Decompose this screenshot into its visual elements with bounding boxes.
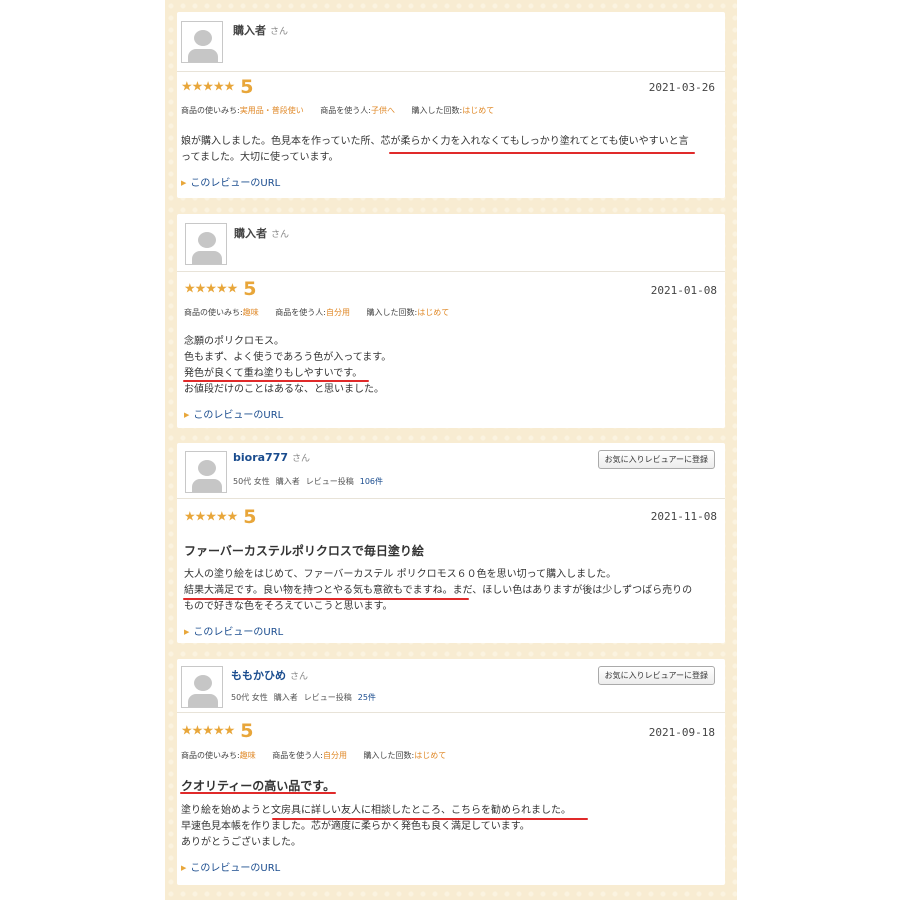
stars-icon: ★★★★★ [184, 509, 238, 525]
review-body: 娘が購入しました。色見本を作っていた所、芯が柔らかく力を入れなくてもしっかり塗れ… [181, 136, 689, 163]
highlight-underline [183, 598, 469, 600]
star-rating: ★★★★★ 5 [184, 278, 257, 300]
review-attributes: 商品の使いみち:趣味 商品を使う人:自分用 購入した回数:はじめて [184, 308, 450, 317]
review-date: 2021-03-26 [648, 81, 715, 94]
review-date: 2021-01-08 [650, 284, 717, 297]
stars-icon: ★★★★★ [181, 723, 235, 739]
reviewer-name: 購入者 さん [234, 227, 290, 240]
reviewer-header [177, 12, 725, 72]
stars-icon: ★★★★★ [181, 79, 235, 95]
review-card: 購入者 さん ★★★★★ 5 2021-03-26 商品の使いみち:実用品・普段使い… [177, 12, 725, 198]
reviewer-header [177, 214, 725, 272]
reviewer-name[interactable]: biora777 さん [233, 451, 310, 464]
star-rating: ★★★★★ 5 [181, 720, 254, 742]
favorite-reviewer-button[interactable]: お気に入りレビュアーに登録 [597, 666, 715, 685]
review-body: 大人の塗り絵をはじめて、ファーバーカステル ポリクロモス６０色を思い切って購入し… [184, 569, 693, 612]
review-card: ももかひめ さん お気に入りレビュアーに登録 50代 女性 購入者 レビュー投稿 25件… [177, 659, 725, 885]
review-url-link[interactable]: ▶ このレビューのURL [181, 174, 280, 189]
reviewer-meta: 50代 女性 購入者 レビュー投稿 106件 [233, 477, 384, 486]
review-card: 購入者 さん ★★★★★ 5 2021-01-08 商品の使いみち:趣味 商品を使う… [177, 214, 725, 428]
review-card: biora777 さん お気に入りレビュアーに登録 50代 女性 購入者 レビュー投稿… [177, 443, 725, 643]
review-url-link[interactable]: ▶ このレビューのURL [181, 859, 280, 874]
highlight-underline [183, 380, 369, 382]
review-body: 念願のポリクロモス。 色もまず、よく使うであろう色が入ってます。 発色が良くて重… [184, 336, 392, 395]
review-url-link[interactable]: ▶ このレビューのURL [184, 623, 283, 638]
star-rating: ★★★★★ 5 [181, 76, 254, 98]
avatar [181, 21, 223, 63]
avatar [185, 451, 227, 493]
star-rating: ★★★★★ 5 [184, 506, 257, 528]
review-attributes: 商品の使いみち:実用品・普段使い 商品を使う人:子供へ 購入した回数:はじめて [181, 106, 495, 115]
review-attributes: 商品の使いみち:趣味 商品を使う人:自分用 購入した回数:はじめて [181, 751, 447, 760]
avatar [185, 223, 227, 265]
reviewer-meta: 50代 女性 購入者 レビュー投稿 25件 [231, 693, 376, 702]
highlight-underline [389, 152, 695, 154]
review-title: ファーバーカステルポリクロスで毎日塗り絵 [184, 544, 424, 558]
highlight-underline [272, 818, 588, 820]
review-url-link[interactable]: ▶ このレビューのURL [184, 406, 283, 421]
highlight-underline [180, 792, 336, 794]
review-date: 2021-09-18 [648, 726, 715, 739]
review-date: 2021-11-08 [650, 510, 717, 523]
reviewer-name: 購入者 さん [233, 24, 289, 37]
reviewer-name[interactable]: ももかひめ さん [231, 667, 308, 683]
stars-icon: ★★★★★ [184, 281, 238, 297]
avatar [181, 666, 223, 708]
review-body: 塗り絵を始めようと文房具に詳しい友人に相談したところ、こちらを勧められました。 … [181, 805, 571, 848]
favorite-reviewer-button[interactable]: お気に入りレビュアーに登録 [597, 450, 715, 469]
